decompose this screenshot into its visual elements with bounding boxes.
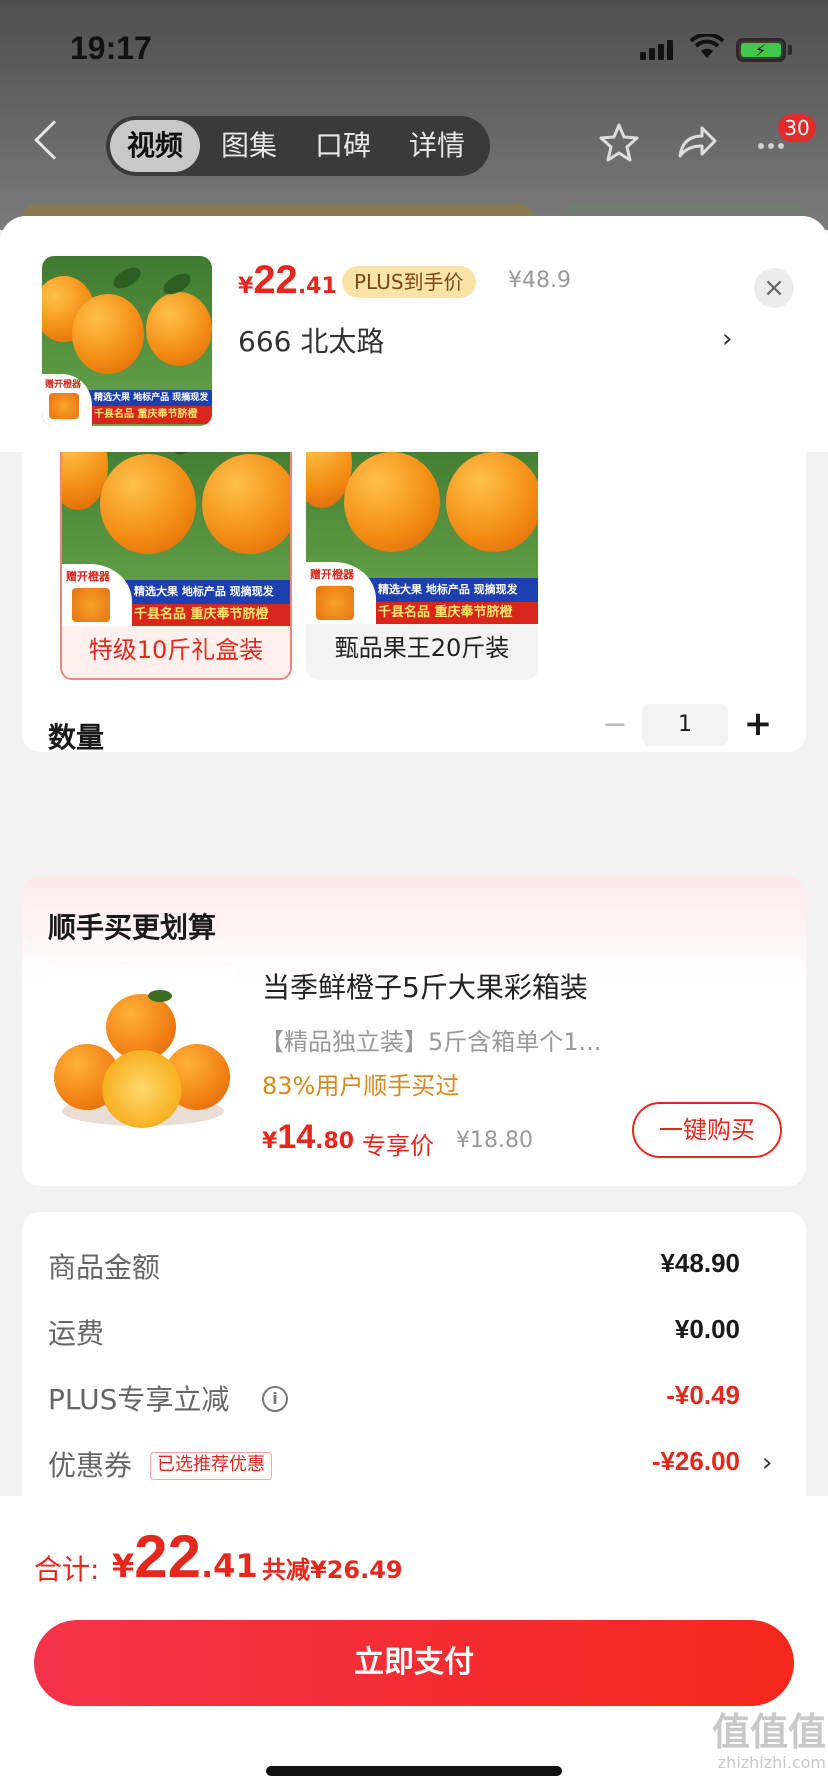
share-icon[interactable] (676, 122, 718, 166)
notification-badge: 30 (778, 114, 816, 142)
coupon-selected-tag: 已选推荐优惠 (150, 1452, 272, 1480)
upsell-exclusive-label: 专享价 (362, 1132, 434, 1160)
checkout-footer: 合计: ¥22.41 共减¥26.49 立即支付 值值值 zhizhizhi.co… (0, 1496, 828, 1792)
watermark: 值值值 zhizhizhi.com (711, 1710, 826, 1772)
plus-price-tag: PLUS到手价 (342, 266, 476, 298)
spec-image: 精选大果 地标产品 现摘现发 千县名品 重庆奉节脐橙 赠开橙器 (306, 428, 538, 624)
spec-image: 精选大果 地标产品 现摘现发 千县名品 重庆奉节脐橙 赠开橙器 (62, 430, 290, 626)
quantity-plus-button[interactable]: + (740, 706, 776, 742)
battery-nub (788, 45, 792, 55)
one-click-buy-button[interactable]: 一键购买 (632, 1102, 782, 1158)
summary-label-shipping: 运费 (48, 1317, 105, 1350)
upsell-product-desc: 【精品独立装】5斤含箱单个1... (260, 1028, 602, 1056)
total-saved: 共减¥26.49 (262, 1556, 403, 1584)
image-stamp-text: 赠开橙器 (310, 568, 354, 581)
tab-reviews[interactable]: 口碑 (298, 120, 388, 172)
tab-video[interactable]: 视频 (110, 120, 200, 172)
summary-value-coupon[interactable]: -¥26.00 (652, 1446, 740, 1477)
image-stamp-text: 赠开橙器 (66, 570, 110, 583)
total-label: 合计: (34, 1553, 100, 1586)
original-price: ¥48.9 (508, 268, 571, 293)
tab-details[interactable]: 详情 (392, 120, 482, 172)
spec-label: 甄品果王20斤装 (334, 634, 510, 662)
upsell-product-name[interactable]: 当季鲜橙子5斤大果彩箱装 (262, 966, 588, 1006)
pay-now-button[interactable]: 立即支付 (34, 1620, 794, 1706)
upsell-buy-rate: 83%用户顺手买过 (262, 1072, 460, 1100)
wifi-icon (689, 32, 725, 64)
summary-value-plus: -¥0.49 (666, 1380, 740, 1410)
spec-option-selected[interactable]: 精选大果 地标产品 现摘现发 千县名品 重庆奉节脐橙 赠开橙器 特级10斤礼盒装 (60, 428, 292, 680)
price-summary: 商品金额 ¥48.90 运费 ¥0.00 PLUS专享立减 i -¥0.49 优… (22, 1212, 806, 1512)
upsell-card: 顺手买更划算 当季鲜橙子5斤大果彩箱装 【精品独立装】5斤含箱单个1... 83… (22, 876, 806, 1186)
upsell-title: 顺手买更划算 (48, 911, 217, 944)
summary-value-shipping: ¥0.00 (674, 1314, 740, 1344)
sheet-price: ¥22.41 (238, 258, 337, 302)
home-indicator[interactable] (266, 1766, 562, 1776)
sheet-header: 精选大果 地标产品 现摘现发 千县名品 重庆奉节脐橙 赠开橙器 ¥22.41 P… (0, 216, 828, 452)
summary-label-coupon: 优惠券 (48, 1449, 133, 1482)
battery-icon: ⚡ (736, 38, 786, 62)
delivery-address[interactable]: 666 北太路 (238, 320, 384, 360)
upsell-price: ¥14.80 (262, 1118, 355, 1156)
summary-value-goods: ¥48.90 (660, 1248, 740, 1278)
quantity-minus-button[interactable]: − (600, 710, 630, 740)
media-tabs: 视频 图集 口碑 详情 (106, 116, 490, 176)
image-stamp-text: 赠开橙器 (45, 380, 82, 390)
chevron-right-icon[interactable]: › (722, 324, 732, 354)
summary-label-goods: 商品金额 (48, 1251, 161, 1284)
quantity-input[interactable]: 1 (642, 704, 728, 746)
product-thumbnail: 精选大果 地标产品 现摘现发 千县名品 重庆奉节脐橙 赠开橙器 (42, 256, 212, 426)
spec-option[interactable]: 精选大果 地标产品 现摘现发 千县名品 重庆奉节脐橙 赠开橙器 甄品果王20斤装 (306, 428, 538, 680)
spec-label: 特级10斤礼盒装 (88, 636, 264, 664)
favorite-star-icon[interactable] (598, 122, 640, 166)
tab-gallery[interactable]: 图集 (204, 120, 294, 172)
status-time: 19:17 (70, 30, 152, 66)
close-button[interactable]: × (754, 268, 794, 308)
quantity-label: 数量 (48, 721, 105, 754)
upsell-original-price: ¥18.80 (456, 1128, 533, 1153)
upsell-product-image[interactable] (48, 966, 238, 1156)
summary-label-plus: PLUS专享立减 (48, 1383, 230, 1416)
chevron-right-icon[interactable]: › (762, 1448, 772, 1478)
cellular-signal-icon (640, 40, 676, 60)
spec-card: 精选大果 地标产品 现摘现发 千县名品 重庆奉节脐橙 赠开橙器 特级10斤礼盒装… (22, 428, 806, 754)
total-price: ¥22.41 (112, 1523, 258, 1590)
info-icon[interactable]: i (262, 1386, 288, 1412)
